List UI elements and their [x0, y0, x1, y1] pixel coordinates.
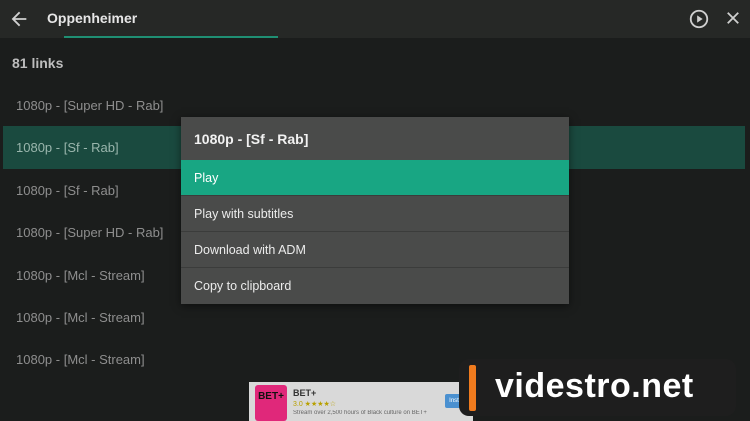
menu-item-copy-clipboard[interactable]: Copy to clipboard [181, 268, 569, 303]
menu-item-play-with-subtitles[interactable]: Play with subtitles [181, 196, 569, 231]
menu-title: 1080p - [Sf - Rab] [194, 131, 309, 147]
link-label: 1080p - [Super HD - Rab] [16, 98, 164, 113]
ad-banner[interactable]: BET+ BET+ 3.0 ★★★★☆ Stream over 2,500 ho… [249, 382, 473, 421]
link-label: 1080p - [Mcl - Stream] [16, 309, 145, 325]
links-count: 81 links [12, 55, 64, 71]
menu-item-label: Copy to clipboard [194, 279, 292, 293]
context-menu-dialog: 1080p - [Sf - Rab] Play Play with subtit… [181, 117, 569, 304]
play-circle-icon[interactable] [688, 8, 710, 30]
menu-item-play[interactable]: Play [181, 160, 569, 195]
top-app-bar: Oppenheimer [0, 0, 750, 38]
menu-item-download-adm[interactable]: Download with ADM [181, 232, 569, 267]
ad-app-icon: BET+ [255, 385, 287, 421]
watermark-accent-bar [469, 365, 476, 411]
watermark-text: videstro.net [495, 367, 694, 405]
ad-description: Stream over 2,500 hours of Black culture… [293, 410, 427, 416]
back-arrow-icon[interactable] [8, 8, 30, 30]
tab-indicator [64, 36, 278, 38]
ad-rating: 3.0 ★★★★☆ [293, 401, 337, 408]
close-icon[interactable] [724, 9, 742, 27]
link-label: 1080p - [Sf - Rab] [16, 140, 119, 156]
page-title: Oppenheimer [47, 10, 138, 26]
menu-item-label: Play [194, 171, 219, 185]
link-label: 1080p - [Super HD - Rab] [16, 225, 164, 241]
link-label: 1080p - [Mcl - Stream] [16, 352, 145, 368]
menu-item-label: Play with subtitles [194, 207, 294, 221]
menu-item-label: Download with ADM [194, 243, 306, 257]
link-label: 1080p - [Sf - Rab] [16, 182, 119, 198]
link-label: 1080p - [Mcl - Stream] [16, 267, 145, 283]
ad-app-name: BET+ [293, 388, 317, 398]
watermark: videstro.net [459, 359, 736, 416]
